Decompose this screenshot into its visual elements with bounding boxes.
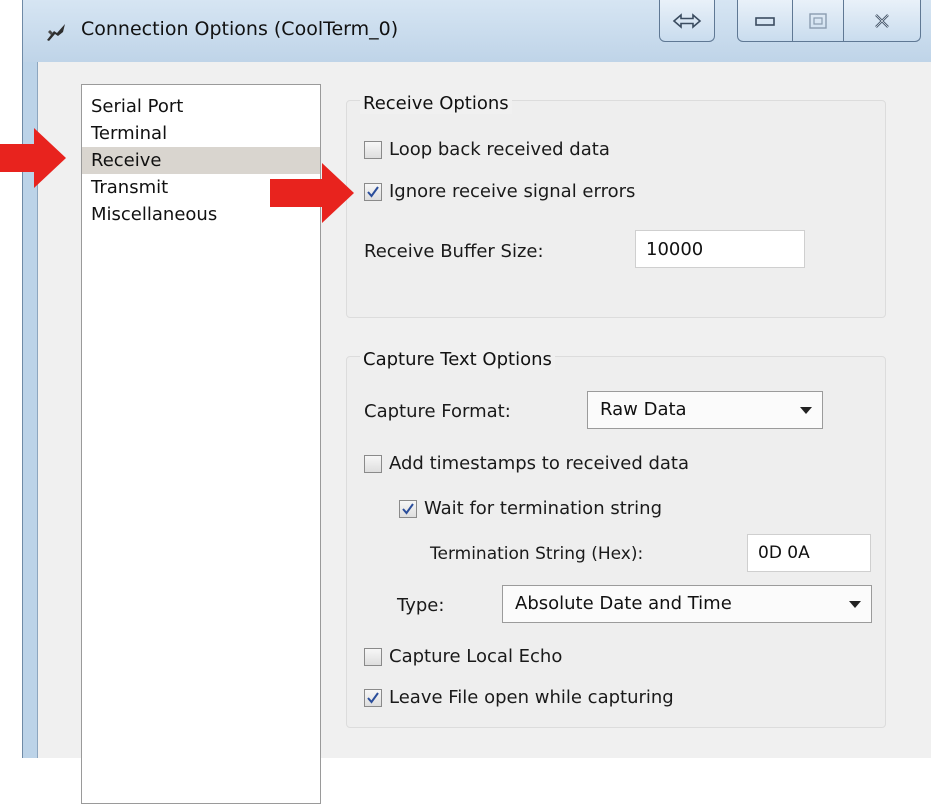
dialog-client-area: Serial Port Terminal Receive Transmit Mi… — [37, 62, 931, 804]
nav-item-terminal[interactable]: Terminal — [82, 120, 320, 147]
nav-item-serial-port[interactable]: Serial Port — [82, 93, 320, 120]
title-bar[interactable]: Connection Options (CoolTerm_0) — [23, 0, 931, 62]
leave-open-row[interactable]: Leave File open while capturing — [364, 687, 674, 708]
buffer-size-input[interactable] — [635, 230, 805, 268]
type-label: Type: — [397, 595, 445, 616]
annotation-arrow-receive — [0, 128, 66, 188]
capture-format-label: Capture Format: — [364, 401, 511, 422]
connection-options-window: Connection Options (CoolTerm_0) Serial P… — [22, 0, 931, 804]
loop-back-row[interactable]: Loop back received data — [364, 139, 610, 160]
timestamp-type-select[interactable]: Absolute Date and Time — [502, 585, 872, 623]
local-echo-checkbox[interactable] — [364, 647, 382, 666]
receive-options-title: Receive Options — [360, 93, 512, 114]
ignore-errors-label: Ignore receive signal errors — [389, 181, 636, 202]
leave-open-checkbox[interactable] — [364, 688, 382, 707]
swap-icon — [672, 12, 702, 29]
chevron-down-icon — [849, 601, 861, 608]
receive-options-group: Receive Options Loop back received data … — [346, 93, 886, 318]
buffer-size-label: Receive Buffer Size: — [364, 241, 544, 262]
wait-termination-row[interactable]: Wait for termination string — [399, 498, 662, 519]
window-title: Connection Options (CoolTerm_0) — [81, 18, 399, 40]
capture-format-select[interactable]: Raw Data — [587, 391, 823, 429]
app-icon — [47, 24, 65, 41]
capture-text-options-group: Capture Text Options Capture Format: Raw… — [346, 349, 886, 728]
add-timestamps-row[interactable]: Add timestamps to received data — [364, 453, 689, 474]
wait-termination-checkbox[interactable] — [399, 499, 417, 518]
checkmark-icon — [402, 502, 414, 515]
termination-string-input[interactable] — [747, 534, 871, 572]
wait-termination-label: Wait for termination string — [424, 498, 662, 519]
swap-button[interactable] — [659, 0, 715, 42]
close-button[interactable] — [843, 0, 921, 42]
add-timestamps-label: Add timestamps to received data — [389, 453, 690, 474]
termination-string-label: Termination String (Hex): — [430, 544, 644, 564]
maximize-icon — [809, 12, 827, 29]
add-timestamps-checkbox[interactable] — [364, 454, 382, 473]
ignore-errors-checkbox[interactable] — [364, 182, 382, 201]
annotation-arrow-ignore-errors — [270, 163, 354, 223]
checkmark-icon — [367, 691, 379, 704]
close-icon — [875, 13, 889, 28]
maximize-button[interactable] — [792, 0, 844, 42]
leave-open-label: Leave File open while capturing — [389, 687, 674, 708]
capture-options-title: Capture Text Options — [360, 349, 555, 370]
minimize-icon — [755, 16, 775, 26]
local-echo-label: Capture Local Echo — [389, 646, 563, 667]
minimize-button[interactable] — [737, 0, 793, 42]
checkmark-icon — [367, 185, 379, 198]
chevron-down-icon — [800, 407, 812, 414]
loop-back-label: Loop back received data — [389, 139, 610, 160]
local-echo-row[interactable]: Capture Local Echo — [364, 646, 562, 667]
capture-format-value: Raw Data — [600, 399, 687, 420]
ignore-errors-row[interactable]: Ignore receive signal errors — [364, 181, 635, 202]
loop-back-checkbox[interactable] — [364, 140, 382, 159]
timestamp-type-value: Absolute Date and Time — [515, 593, 732, 614]
